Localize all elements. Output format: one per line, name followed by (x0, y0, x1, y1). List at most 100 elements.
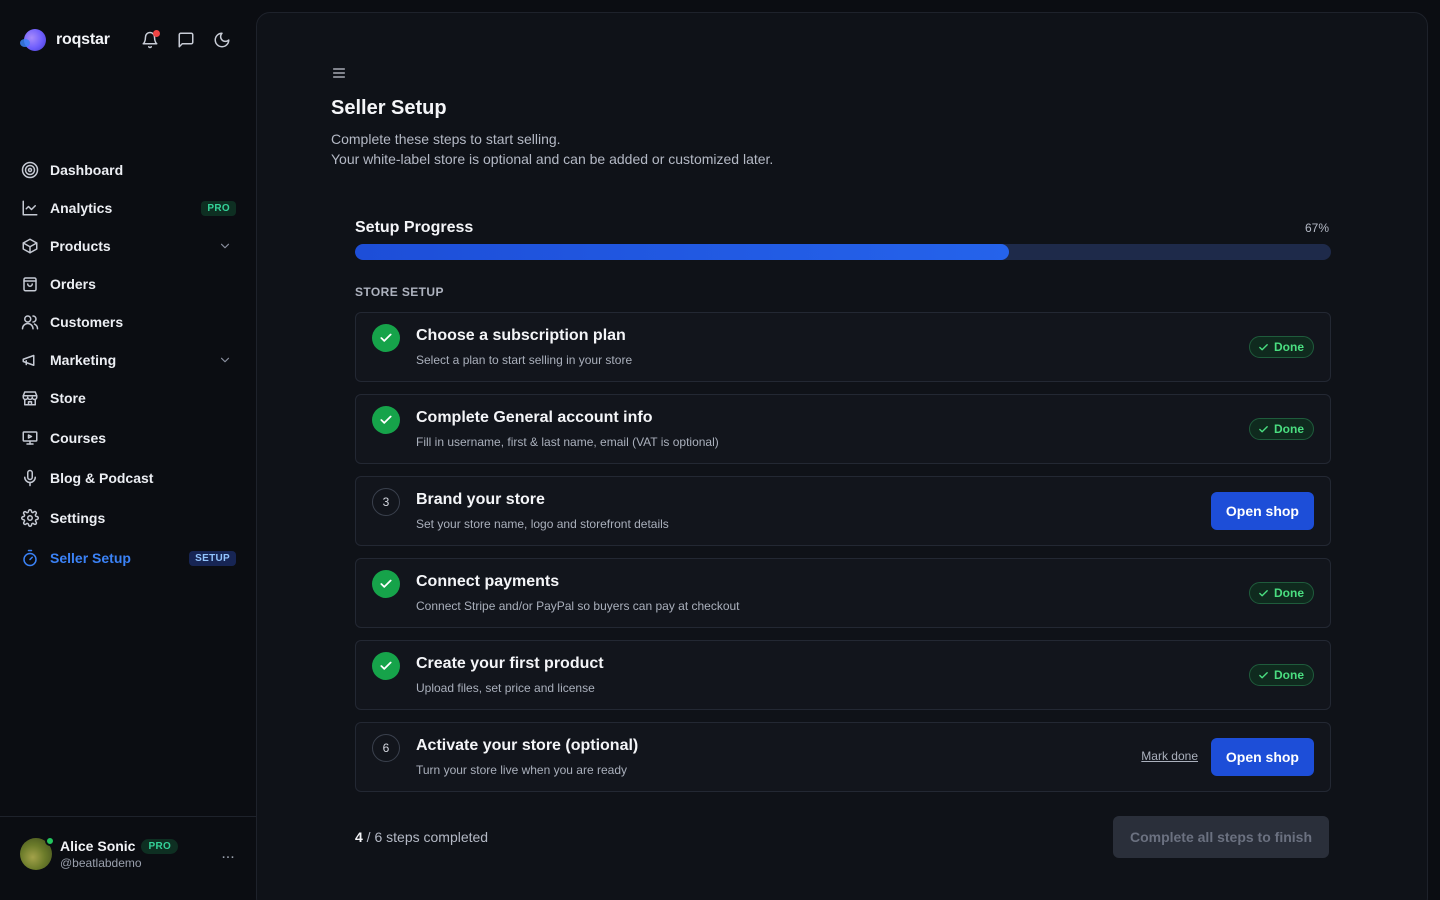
done-badge-label: Done (1274, 586, 1304, 600)
sidebar-item-label: Orders (50, 276, 96, 292)
sidebar-item-label: Courses (50, 430, 107, 446)
sidebar-item-store[interactable]: Store (12, 380, 244, 416)
chevron-down-icon[interactable] (218, 353, 232, 367)
sidebar-item-settings[interactable]: Settings (12, 500, 244, 536)
user-divider (0, 816, 256, 817)
setup-badge: SETUP (189, 550, 236, 566)
done-badge: Done (1249, 418, 1314, 440)
sidebar-item-label: Products (50, 238, 111, 254)
user-name-row: Alice Sonic PRO (60, 838, 216, 854)
done-badge: Done (1249, 336, 1314, 358)
page-title: Seller Setup (331, 97, 447, 119)
progress-title: Setup Progress (355, 219, 474, 236)
done-badge-label: Done (1274, 340, 1304, 354)
step-title: Activate your store (optional) (416, 737, 639, 754)
megaphone-icon (20, 350, 40, 370)
page-subtitle: Complete these steps to start selling. Y… (331, 129, 773, 169)
step-item: Connect payments Connect Stripe and/or P… (355, 558, 1331, 628)
completed-count: 4 (355, 829, 363, 845)
step-item: 6 Activate your store (optional) Turn yo… (355, 722, 1331, 792)
gear-icon (20, 508, 40, 528)
chevron-down-icon[interactable] (218, 239, 232, 253)
progress-percent: 67% (1304, 221, 1329, 235)
top-icons (140, 28, 232, 52)
notification-dot (153, 30, 160, 37)
sidebar-item-orders[interactable]: Orders (12, 266, 244, 302)
sidebar-item-seller-setup[interactable]: Seller Setup SETUP (12, 540, 244, 576)
more-options-icon[interactable]: ... (216, 842, 240, 866)
check-circle-icon (372, 570, 400, 598)
sidebar-item-dashboard[interactable]: Dashboard (12, 152, 244, 188)
user-pro-badge: PRO (141, 838, 179, 854)
brand-name: roqstar (56, 31, 110, 48)
sidebar-item-label: Seller Setup (50, 550, 131, 566)
user-profile[interactable]: Alice Sonic PRO @beatlabdemo ... (20, 836, 240, 872)
check-icon (1259, 671, 1268, 678)
progress-fill (355, 244, 1009, 260)
bell-icon[interactable] (140, 28, 160, 52)
avatar[interactable] (20, 836, 55, 870)
step-item: Create your first product Upload files, … (355, 640, 1331, 710)
done-badge: Done (1249, 582, 1314, 604)
step-item: Complete General account info Fill in us… (355, 394, 1331, 464)
step-title: Complete General account info (416, 409, 653, 426)
sidebar-nav: Dashboard Analytics PRO Products Orders … (12, 152, 244, 578)
sidebar-item-label: Customers (50, 314, 124, 330)
open-shop-button[interactable]: Open shop (1210, 492, 1314, 530)
dashboard-icon (20, 160, 40, 180)
open-shop-button[interactable]: Open shop (1210, 738, 1314, 776)
user-text: Alice Sonic PRO @beatlabdemo (60, 838, 216, 870)
step-description: Fill in username, first & last name, ema… (416, 435, 719, 449)
sidebar-item-customers[interactable]: Customers (12, 304, 244, 340)
moon-icon[interactable] (212, 28, 232, 52)
step-item: 3 Brand your store Set your store name, … (355, 476, 1331, 546)
presentation-icon (20, 428, 40, 448)
chart-line-icon (20, 198, 40, 218)
sidebar-item-marketing[interactable]: Marketing (12, 342, 244, 378)
timer-icon (20, 548, 40, 568)
step-description: Select a plan to start selling in your s… (416, 353, 633, 367)
step-title: Choose a subscription plan (416, 327, 626, 344)
pro-badge: PRO (201, 200, 236, 216)
done-badge: Done (1249, 664, 1314, 686)
sidebar-item-courses[interactable]: Courses (12, 420, 244, 456)
sidebar-item-products[interactable]: Products (12, 228, 244, 264)
sidebar-item-analytics[interactable]: Analytics PRO (12, 190, 244, 226)
check-icon (1259, 425, 1268, 432)
step-description: Set your store name, logo and storefront… (416, 517, 669, 531)
progress-bar (355, 244, 1331, 260)
sidebar-item-label: Analytics (50, 200, 113, 216)
step-number: 3 (372, 488, 400, 516)
finish-button: Complete all steps to finish (1112, 816, 1329, 858)
store-icon (20, 388, 40, 408)
main-panel: Seller Setup Complete these steps to sta… (256, 12, 1428, 900)
subtitle-line-2: Your white-label store is optional and c… (331, 151, 774, 167)
box-icon (20, 236, 40, 256)
steps-list: Choose a subscription plan Select a plan… (355, 312, 1331, 804)
online-status-dot (45, 836, 55, 846)
step-title: Connect payments (416, 573, 560, 590)
step-description: Connect Stripe and/or PayPal so buyers c… (416, 599, 740, 613)
sidebar-item-blog-podcast[interactable]: Blog & Podcast (12, 460, 244, 496)
message-icon[interactable] (176, 28, 196, 52)
check-circle-icon (372, 406, 400, 434)
section-label: STORE SETUP (355, 285, 444, 299)
sidebar-item-label: Dashboard (50, 162, 124, 178)
completed-suffix: / 6 steps completed (362, 829, 489, 845)
brand-logo (20, 29, 46, 51)
step-description: Upload files, set price and license (416, 681, 595, 695)
step-item: Choose a subscription plan Select a plan… (355, 312, 1331, 382)
brand[interactable]: roqstar (20, 28, 110, 52)
step-title: Brand your store (416, 491, 545, 508)
check-circle-icon (372, 652, 400, 680)
check-icon (1259, 343, 1268, 350)
done-badge-label: Done (1274, 668, 1304, 682)
menu-icon[interactable] (331, 65, 347, 81)
sidebar: roqstar Dashboard Analytics PRO Products (0, 0, 256, 900)
sidebar-item-label: Store (50, 390, 86, 406)
microphone-icon (20, 468, 40, 488)
mark-done-link[interactable]: Mark done (1141, 749, 1198, 763)
users-icon (20, 312, 40, 332)
check-circle-icon (372, 324, 400, 352)
sidebar-item-label: Blog & Podcast (50, 470, 154, 486)
